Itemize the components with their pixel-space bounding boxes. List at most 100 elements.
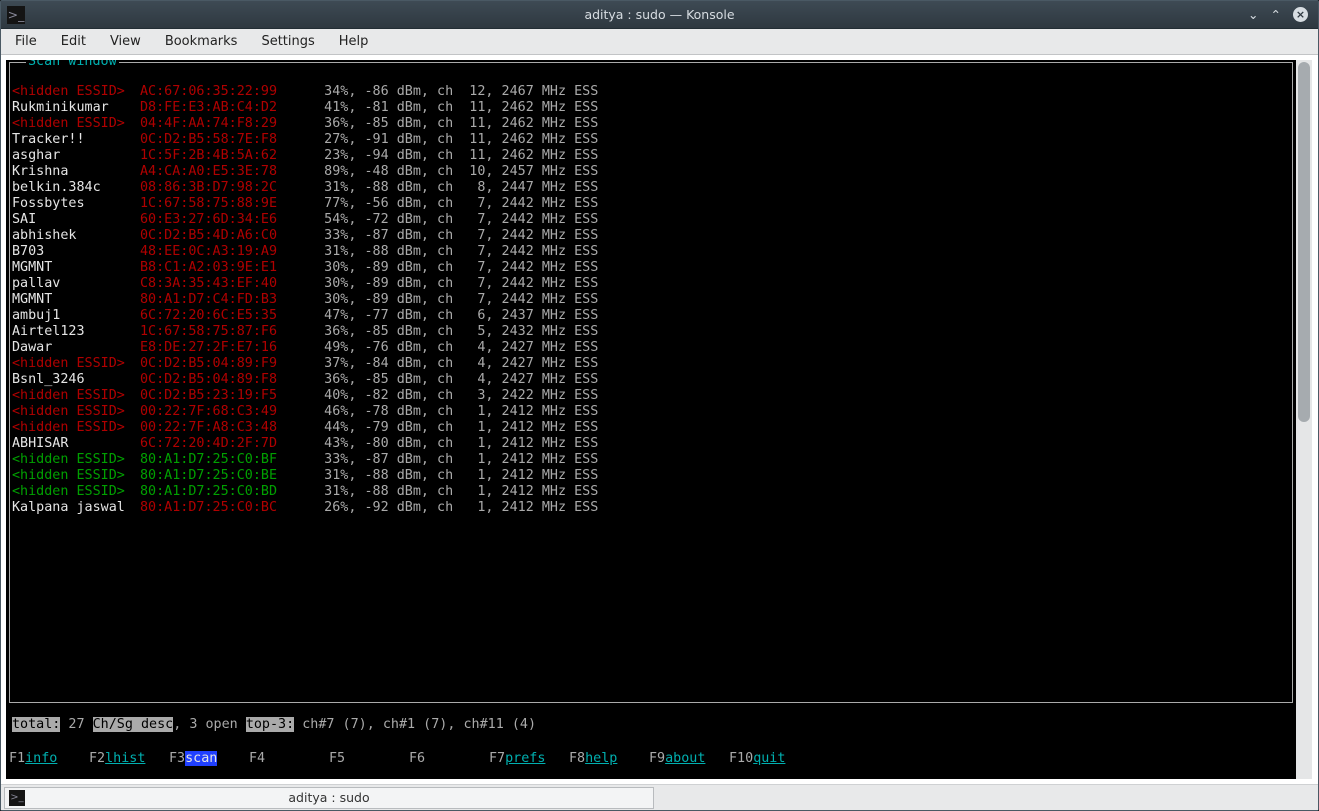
network-row[interactable]: Bsnl_3246 0C:D2:B5:04:89:F8 36%, -85 dBm… [12, 372, 1290, 388]
essid: SAI [12, 212, 140, 228]
network-row[interactable]: ABHISAR 6C:72:20:4D:2F:7D 43%, -80 dBm, … [12, 436, 1290, 452]
menu-file[interactable]: File [3, 31, 49, 52]
summary-line: total: 27 Ch/Sg desc, 3 open top-3: ch#7… [12, 717, 1290, 733]
network-stats: 26%, -92 dBm, ch 1, 2412 MHz ESS [300, 500, 598, 515]
terminal[interactable]: Scan window <hidden ESSID> AC:67:06:35:2… [6, 60, 1296, 779]
scrollbar[interactable] [1296, 60, 1312, 779]
f2-lhist[interactable]: F2lhist [89, 751, 169, 767]
menu-help[interactable]: Help [327, 31, 381, 52]
essid: Airtel123 [12, 324, 140, 340]
network-row[interactable]: <hidden ESSID> 80:A1:D7:25:C0:BD 31%, -8… [12, 484, 1290, 500]
network-row[interactable]: <hidden ESSID> 04:4F:AA:74:F8:29 36%, -8… [12, 116, 1290, 132]
mac-address: 0C:D2:B5:23:19:F5 [140, 388, 300, 404]
network-row[interactable]: <hidden ESSID> 00:22:7F:A8:C3:48 44%, -7… [12, 420, 1290, 436]
network-stats: 37%, -84 dBm, ch 4, 2427 MHz ESS [300, 356, 598, 371]
network-stats: 89%, -48 dBm, ch 10, 2457 MHz ESS [300, 164, 598, 179]
network-row[interactable]: <hidden ESSID> 80:A1:D7:25:C0:BF 33%, -8… [12, 452, 1290, 468]
essid: Kalpana jaswal [12, 500, 140, 516]
network-row[interactable]: asghar 1C:5F:2B:4B:5A:62 23%, -94 dBm, c… [12, 148, 1290, 164]
mac-address: 1C:67:58:75:87:F6 [140, 324, 300, 340]
network-row[interactable]: belkin.384c 08:86:3B:D7:98:2C 31%, -88 d… [12, 180, 1290, 196]
mac-address: 80:A1:D7:C4:FD:B3 [140, 292, 300, 308]
f7-prefs[interactable]: F7prefs [489, 751, 569, 767]
mac-address: C8:3A:35:43:EF:40 [140, 276, 300, 292]
menu-edit[interactable]: Edit [49, 31, 98, 52]
network-row[interactable]: MGMNT 80:A1:D7:C4:FD:B3 30%, -89 dBm, ch… [12, 292, 1290, 308]
network-stats: 44%, -79 dBm, ch 1, 2412 MHz ESS [300, 420, 598, 435]
mac-address: 04:4F:AA:74:F8:29 [140, 116, 300, 132]
f1-info[interactable]: F1info [9, 751, 89, 767]
network-row[interactable]: Rukminikumar D8:FE:E3:AB:C4:D2 41%, -81 … [12, 100, 1290, 116]
maximize-button[interactable]: ⌃ [1271, 7, 1281, 22]
mac-address: 6C:72:20:4D:2F:7D [140, 436, 300, 452]
menu-settings[interactable]: Settings [249, 31, 326, 52]
scrollbar-thumb[interactable] [1298, 62, 1310, 422]
summary-top3-value: ch#7 (7), ch#1 (7), ch#11 (4) [294, 717, 536, 732]
essid: belkin.384c [12, 180, 140, 196]
mac-address: 00:22:7F:68:C3:49 [140, 404, 300, 420]
network-stats: 49%, -76 dBm, ch 4, 2427 MHz ESS [300, 340, 598, 355]
mac-address: D8:FE:E3:AB:C4:D2 [140, 100, 300, 116]
mac-address: 00:22:7F:A8:C3:48 [140, 420, 300, 436]
f4[interactable]: F4 [249, 751, 329, 767]
f5[interactable]: F5 [329, 751, 409, 767]
network-row[interactable]: <hidden ESSID> 0C:D2:B5:23:19:F5 40%, -8… [12, 388, 1290, 404]
network-row[interactable]: Fossbytes 1C:67:58:75:88:9E 77%, -56 dBm… [12, 196, 1290, 212]
mac-address: 80:A1:D7:25:C0:BC [140, 500, 300, 516]
mac-address: 6C:72:20:6C:E5:35 [140, 308, 300, 324]
network-row[interactable]: <hidden ESSID> 0C:D2:B5:04:89:F9 37%, -8… [12, 356, 1290, 372]
tab-bar: >_ aditya : sudo [1, 784, 1318, 810]
mac-address: 80:A1:D7:25:C0:BE [140, 468, 300, 484]
essid: Fossbytes [12, 196, 140, 212]
mac-address: 1C:67:58:75:88:9E [140, 196, 300, 212]
mac-address: A4:CA:A0:E5:3E:78 [140, 164, 300, 180]
app-icon: >_ [7, 6, 25, 24]
network-stats: 36%, -85 dBm, ch 11, 2462 MHz ESS [300, 116, 598, 131]
network-row[interactable]: Krishna A4:CA:A0:E5:3E:78 89%, -48 dBm, … [12, 164, 1290, 180]
network-row[interactable]: Tracker!! 0C:D2:B5:58:7E:F8 27%, -91 dBm… [12, 132, 1290, 148]
essid: <hidden ESSID> [12, 116, 140, 132]
network-row[interactable]: B703 48:EE:0C:A3:19:A9 31%, -88 dBm, ch … [12, 244, 1290, 260]
network-row[interactable]: MGMNT B8:C1:A2:03:9E:E1 30%, -89 dBm, ch… [12, 260, 1290, 276]
network-row[interactable]: <hidden ESSID> 00:22:7F:68:C3:49 46%, -7… [12, 404, 1290, 420]
f8-help[interactable]: F8help [569, 751, 649, 767]
essid: ABHISAR [12, 436, 140, 452]
network-stats: 33%, -87 dBm, ch 7, 2442 MHz ESS [300, 228, 598, 243]
mac-address: E8:DE:27:2F:E7:16 [140, 340, 300, 356]
network-row[interactable]: Dawar E8:DE:27:2F:E7:16 49%, -76 dBm, ch… [12, 340, 1290, 356]
network-row[interactable]: Airtel123 1C:67:58:75:87:F6 36%, -85 dBm… [12, 324, 1290, 340]
summary-open: , 3 open [173, 717, 246, 732]
f3-scan[interactable]: F3scan [169, 751, 249, 767]
mac-address: 0C:D2:B5:58:7E:F8 [140, 132, 300, 148]
network-row[interactable]: pallav C8:3A:35:43:EF:40 30%, -89 dBm, c… [12, 276, 1290, 292]
essid: <hidden ESSID> [12, 484, 140, 500]
network-stats: 40%, -82 dBm, ch 3, 2422 MHz ESS [300, 388, 598, 403]
network-stats: 34%, -86 dBm, ch 12, 2467 MHz ESS [300, 84, 598, 99]
essid: <hidden ESSID> [12, 468, 140, 484]
network-stats: 31%, -88 dBm, ch 8, 2447 MHz ESS [300, 180, 598, 195]
summary-total-label: total: [12, 717, 60, 732]
menu-view[interactable]: View [98, 31, 153, 52]
f6[interactable]: F6 [409, 751, 489, 767]
network-stats: 30%, -89 dBm, ch 7, 2442 MHz ESS [300, 276, 598, 291]
network-row[interactable]: abhishek 0C:D2:B5:4D:A6:C0 33%, -87 dBm,… [12, 228, 1290, 244]
summary-top3-label: top-3: [246, 717, 294, 732]
network-row[interactable]: <hidden ESSID> 80:A1:D7:25:C0:BE 31%, -8… [12, 468, 1290, 484]
essid: MGMNT [12, 292, 140, 308]
network-row[interactable]: SAI 60:E3:27:6D:34:E6 54%, -72 dBm, ch 7… [12, 212, 1290, 228]
network-row[interactable]: Kalpana jaswal 80:A1:D7:25:C0:BC 26%, -9… [12, 500, 1290, 516]
mac-address: 0C:D2:B5:4D:A6:C0 [140, 228, 300, 244]
close-button[interactable]: × [1293, 7, 1308, 22]
mac-address: 0C:D2:B5:04:89:F8 [140, 372, 300, 388]
essid: Rukminikumar [12, 100, 140, 116]
minimize-button[interactable]: ⌄ [1248, 7, 1258, 22]
f9-about[interactable]: F9about [649, 751, 729, 767]
essid: ambuj1 [12, 308, 140, 324]
terminal-tab[interactable]: >_ aditya : sudo [4, 787, 654, 809]
titlebar[interactable]: >_ aditya : sudo — Konsole ⌄ ⌃ × [1, 1, 1318, 29]
menu-bookmarks[interactable]: Bookmarks [153, 31, 250, 52]
network-row[interactable]: <hidden ESSID> AC:67:06:35:22:99 34%, -8… [12, 84, 1290, 100]
f10-quit[interactable]: F10quit [729, 751, 809, 767]
scan-window-title: Scan window [26, 60, 119, 70]
network-row[interactable]: ambuj1 6C:72:20:6C:E5:35 47%, -77 dBm, c… [12, 308, 1290, 324]
